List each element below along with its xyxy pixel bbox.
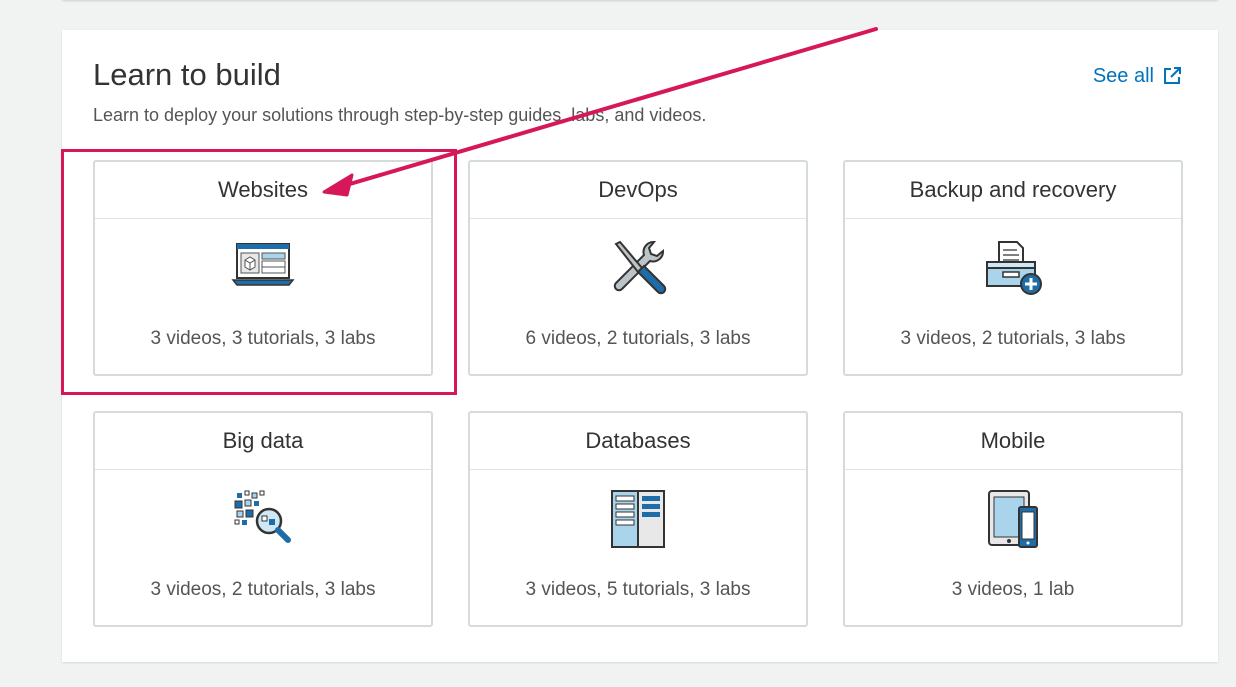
card-big-data[interactable]: Big data 3 videos, 2 tutorials, 3 labs <box>93 411 433 627</box>
card-title: Websites <box>95 162 431 219</box>
card-websites[interactable]: Websites 3 videos, 3 tutorials, 3 labs <box>93 160 433 376</box>
card-meta: 3 videos, 1 lab <box>951 579 1075 600</box>
see-all-label: See all <box>1092 65 1154 87</box>
big-data-magnifier-icon <box>231 487 295 551</box>
card-mobile[interactable]: Mobile 3 videos, 1 lab <box>843 411 1183 627</box>
card-title: Databases <box>470 413 806 470</box>
backup-archive-icon <box>981 236 1045 300</box>
tools-icon <box>606 236 670 300</box>
card-meta: 3 videos, 2 tutorials, 3 labs <box>900 328 1126 349</box>
card-devops[interactable]: DevOps 6 videos, 2 tutorials, 3 labs <box>468 160 808 376</box>
card-meta: 3 videos, 5 tutorials, 3 labs <box>525 579 751 600</box>
card-backup-and-recovery[interactable]: Backup and recovery 3 videos, 2 tutorial… <box>843 160 1183 376</box>
website-laptop-icon <box>231 236 295 300</box>
card-databases[interactable]: Databases 3 videos, 5 tutorials, 3 labs <box>468 411 808 627</box>
card-title: Mobile <box>845 413 1181 470</box>
card-title: DevOps <box>470 162 806 219</box>
card-title: Big data <box>95 413 431 470</box>
section-title: Learn to build <box>93 57 281 92</box>
mobile-devices-icon <box>981 487 1045 551</box>
section-subtitle: Learn to deploy your solutions through s… <box>93 105 707 125</box>
card-meta: 3 videos, 2 tutorials, 3 labs <box>150 579 376 600</box>
card-title: Backup and recovery <box>845 162 1181 219</box>
database-server-icon <box>606 487 670 551</box>
see-all-link[interactable]: See all <box>1093 64 1182 88</box>
learn-to-build-panel: Learn to build Learn to deploy your solu… <box>62 30 1218 662</box>
card-meta: 3 videos, 3 tutorials, 3 labs <box>150 328 376 349</box>
card-meta: 6 videos, 2 tutorials, 3 labs <box>525 328 751 349</box>
external-link-icon <box>1162 66 1182 86</box>
